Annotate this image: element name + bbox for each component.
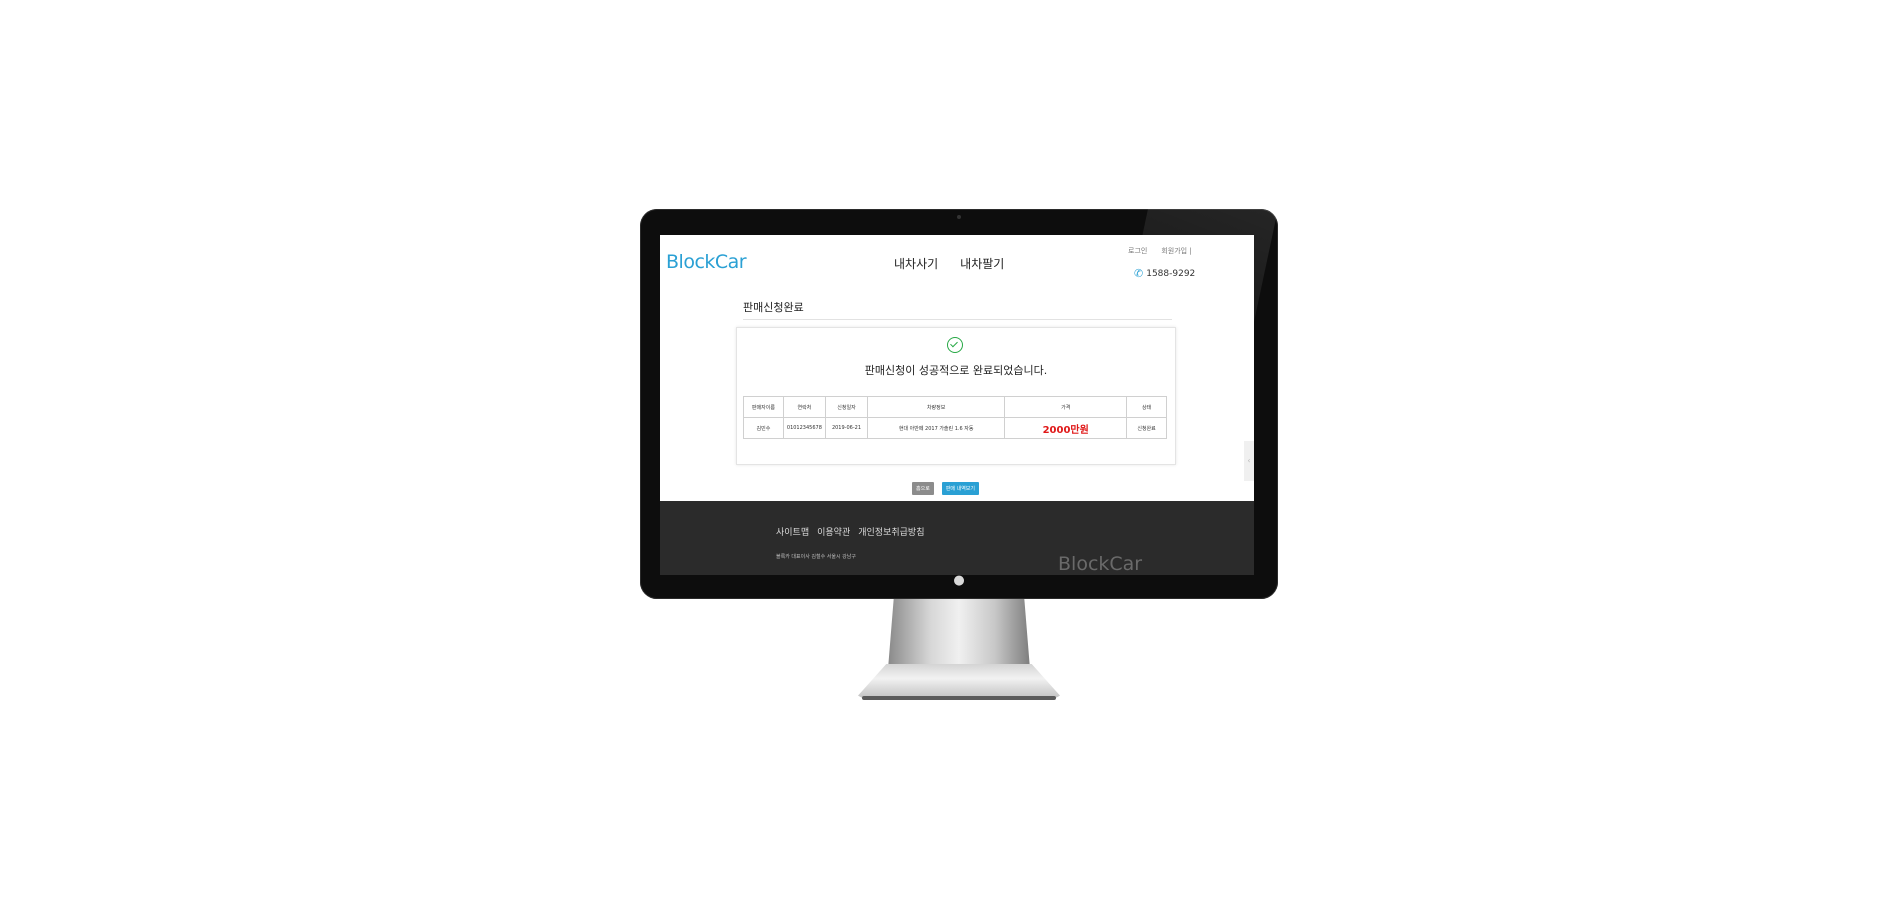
browser-screen: BlockCar 내차사기 내차팔기 로그인 회원가입 | ✆ 1588-929… [660,235,1254,575]
success-message: 판매신청이 성공적으로 완료되었습니다. [864,364,1048,377]
cell-contact: 01012345678 [782,417,826,439]
footer-address: 블록카 대표이사 김철수 서울시 강남구 [776,554,856,560]
stand-shadow [862,696,1056,700]
application-table: 판매자이름 연락처 신청일자 차량정보 가격 상태 김민수 0101234567… [743,396,1167,439]
cell-price: 2000만원 [1004,417,1128,439]
view-sales-button[interactable]: 판매 내역보기 [941,482,980,495]
monitor-frame: BlockCar 내차사기 내차팔기 로그인 회원가입 | ✆ 1588-929… [640,209,1278,599]
util-links: 로그인 회원가입 | [1128,246,1192,256]
check-circle-icon [947,337,963,353]
action-buttons: 홈으로 판매 내역보기 [912,482,980,495]
monitor-stand-neck [888,599,1030,669]
header-vehicle: 차량정보 [867,396,1006,418]
phone-contact: ✆ 1588-9292 [1134,267,1195,280]
completion-card: 판매신청이 성공적으로 완료되었습니다. 판매자이름 연락처 신청일자 차량정보… [736,327,1176,465]
site-footer: 사이트맵 이용약관 개인정보취급방침 블록카 대표이사 김철수 서울시 강남구 … [660,501,1254,575]
footer-link-terms[interactable]: 이용약관 [817,525,850,538]
nav-sell-car[interactable]: 내차팔기 [960,255,1004,272]
footer-logo: BlockCar [1058,553,1143,575]
camera-dot [957,215,961,219]
home-button[interactable]: 홈으로 [912,482,934,495]
page-title: 판매신청완료 [743,301,804,314]
nav-buy-car[interactable]: 내차사기 [894,255,938,272]
header-price: 가격 [1004,396,1128,418]
phone-number: 1588-9292 [1146,268,1196,279]
phone-icon: ✆ [1134,267,1144,280]
side-panel-toggle[interactable]: ‹ [1244,441,1254,481]
table-row: 김민수 01012345678 2019-06-21 현대 아반떼 2017 가… [743,417,1167,439]
login-link[interactable]: 로그인 [1128,246,1147,256]
cell-status: 신청완료 [1126,417,1167,439]
header-status: 상태 [1126,396,1167,418]
cell-date: 2019-06-21 [824,417,869,439]
title-divider [743,319,1172,320]
monitor-stand-base [858,664,1060,700]
cell-vehicle: 현대 아반떼 2017 가솔린 1.6 자동 [867,417,1006,439]
header-date: 신청일자 [824,396,869,418]
signup-link[interactable]: 회원가입 | [1161,246,1191,256]
footer-link-privacy[interactable]: 개인정보취급방침 [858,525,924,538]
main-nav: 내차사기 내차팔기 [894,255,1004,272]
header-seller: 판매자이름 [743,396,784,418]
footer-links: 사이트맵 이용약관 개인정보취급방침 [776,525,925,538]
cell-seller: 김민수 [743,417,784,439]
footer-link-sitemap[interactable]: 사이트맵 [776,525,809,538]
site-logo[interactable]: BlockCar [666,251,747,273]
table-header-row: 판매자이름 연락처 신청일자 차량정보 가격 상태 [743,396,1167,418]
apple-logo-icon: ● [953,573,965,588]
header-contact: 연락처 [782,396,826,418]
